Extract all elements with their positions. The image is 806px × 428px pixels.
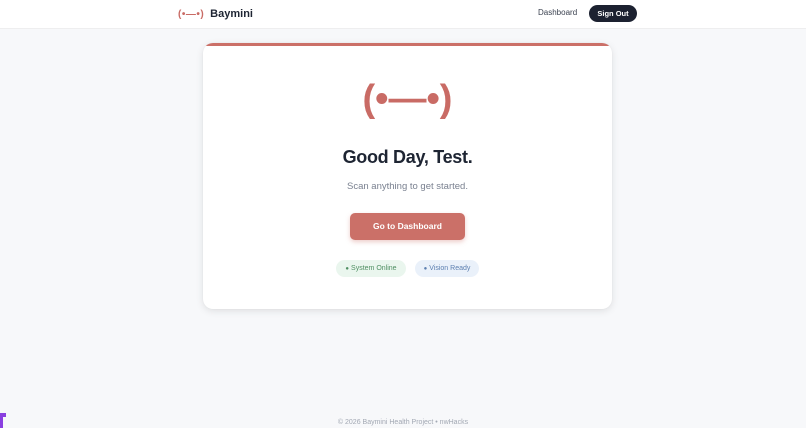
- welcome-card: (•—•) Good Day, Test. Scan anything to g…: [203, 43, 612, 309]
- status-label: Vision Ready: [429, 265, 471, 272]
- baymini-hero-logo-icon: (•—•): [362, 78, 453, 120]
- status-badge-vision-ready: ● Vision Ready: [415, 260, 479, 277]
- status-dot-icon: ●: [423, 266, 428, 272]
- brand-name: Baymini: [210, 8, 253, 20]
- status-dot-icon: ●: [345, 266, 350, 272]
- footer-text: © 2026 Baymini Health Project • nwHacks: [337, 419, 469, 426]
- go-to-dashboard-button[interactable]: Go to Dashboard: [350, 213, 465, 240]
- subtitle-text: Scan anything to get started.: [347, 181, 468, 192]
- sign-out-button[interactable]: Sign Out: [589, 5, 637, 22]
- brand[interactable]: (•—•) Baymini: [178, 5, 253, 23]
- baymini-logo-icon: (•—•): [178, 8, 205, 20]
- nav-dashboard-link[interactable]: Dashboard: [538, 8, 577, 17]
- top-navbar: (•—•) Baymini Dashboard Sign Out: [0, 0, 806, 29]
- status-label: System Online: [351, 265, 397, 272]
- card-accent-bar: [203, 43, 612, 46]
- greeting-heading: Good Day, Test.: [342, 147, 473, 167]
- status-badge-system-online: ● System Online: [336, 260, 406, 277]
